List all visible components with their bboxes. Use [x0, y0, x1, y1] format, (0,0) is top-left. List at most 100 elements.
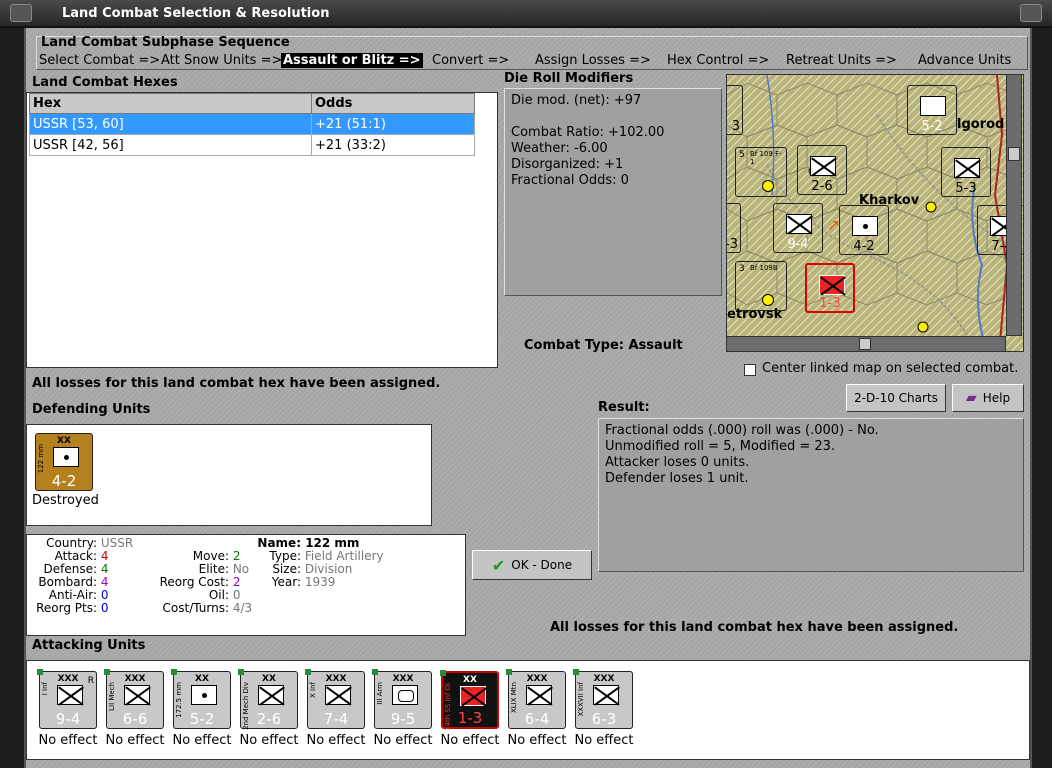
artillery-icon	[53, 447, 79, 467]
attacking-unit[interactable]: XXX III Arm 9-5 No effect	[370, 669, 436, 759]
map-counter[interactable]: 5-2	[907, 85, 957, 135]
linked-map[interactable]: Kharkov lgorod etrovsk 5 Bf 109 F-1 2-6 …	[726, 74, 1024, 352]
map-counter-strength: 5-2	[921, 119, 943, 134]
attacking-unit[interactable]: XXX XLIX Mtn 6-4 No effect	[504, 669, 570, 759]
result-box: Fractional odds (.000) roll was (.000) -…	[598, 418, 1024, 572]
map-counter[interactable]: 1-3	[805, 263, 855, 313]
subphase-sequence-title: Land Combat Subphase Sequence	[41, 35, 290, 50]
land-combat-hexes-title: Land Combat Hexes	[32, 75, 178, 90]
help-button[interactable]: ▰ Help	[952, 384, 1024, 412]
infantry-icon	[593, 685, 619, 705]
unit-name: X Inf	[309, 682, 317, 698]
stat-move-value: 2	[232, 549, 241, 563]
unit-name: III Arm	[376, 682, 384, 705]
hex-cell[interactable]: USSR [42, 56]	[29, 134, 312, 156]
attacking-unit[interactable]: XX 14th SS Inf Di 1-3 No effect	[437, 669, 503, 759]
odds-cell[interactable]: +21 (51:1)	[311, 113, 475, 135]
stat-year-label: Year:	[271, 575, 301, 589]
map-vscroll-thumb[interactable]	[1008, 147, 1020, 161]
seq-step-hex-control: Hex Control =>	[667, 53, 770, 68]
attacking-unit-counter[interactable]: XXX XXXVII Inf 6-3	[573, 669, 633, 729]
unit-strength: 7-4	[323, 710, 349, 728]
stat-year-value: 1939	[304, 575, 336, 589]
defending-unit-result: Destroyed	[32, 493, 99, 508]
result-line: Unmodified roll = 5, Modified = 23.	[605, 439, 836, 454]
system-menu-button[interactable]	[10, 4, 32, 22]
attacking-unit[interactable]: XXX XXXVII Inf 6-3 No effect	[571, 669, 637, 759]
seq-step-convert: Convert =>	[432, 53, 510, 68]
attacking-unit-counter[interactable]: XX 2nd Mech Div 2-6	[238, 669, 298, 730]
attacking-unit[interactable]: XX 2nd Mech Div 2-6 No effect	[236, 669, 302, 759]
map-hscroll-thumb[interactable]	[859, 338, 871, 350]
attacking-unit-counter[interactable]: XXX X Inf 7-4	[305, 669, 365, 729]
attacking-unit[interactable]: XXX X Inf 7-4 No effect	[303, 669, 369, 759]
map-counter[interactable]: 3	[727, 85, 743, 135]
defending-unit-counter[interactable]: XX 122 mm 4-2	[35, 433, 93, 491]
stat-oil-value: 0	[232, 588, 241, 602]
attacking-unit[interactable]: XXX LII Mech 6-6 No effect	[102, 669, 168, 759]
result-line: Attacker loses 0 units.	[605, 455, 750, 470]
modifier-line: Weather: -6.00	[511, 141, 608, 156]
armor-icon	[392, 685, 418, 705]
odds-column-header[interactable]: Odds	[311, 93, 475, 114]
attacking-unit-counter[interactable]: XXX LII Mech 6-6	[104, 669, 164, 729]
unit-strength: 6-4	[524, 710, 550, 728]
title-bar: Land Combat Selection & Resolution	[0, 0, 1052, 28]
result-line: Defender loses 1 unit.	[605, 471, 749, 486]
modifier-line: Die mod. (net): +97	[511, 93, 642, 108]
attacking-unit-counter[interactable]: XXX III Arm 9-5	[372, 669, 432, 729]
seq-step-assault-blitz: Assault or Blitz =>	[281, 53, 423, 68]
ok-done-button-label: OK - Done	[511, 558, 573, 572]
combat-type-label: Combat Type:	[524, 338, 624, 353]
map-counter[interactable]: -3	[727, 203, 741, 253]
infantry-icon	[57, 685, 83, 705]
seq-step-advance: Advance Units	[918, 53, 1012, 68]
map-counter-strength: 3	[731, 119, 740, 134]
infantry-icon	[325, 685, 351, 705]
center-map-checkbox[interactable]	[744, 364, 756, 376]
map-horizontal-scrollbar[interactable]	[726, 336, 1006, 352]
map-counter[interactable]: 5-3	[941, 147, 991, 197]
map-counter-strength: 1-3	[819, 296, 841, 311]
unit-stats-col1: Country: USSR Attack: 4 Defense: 4 Bomba…	[31, 537, 133, 615]
ok-done-button[interactable]: ✔ OK - Done	[472, 550, 592, 580]
map-counter[interactable]: 2-6	[797, 145, 847, 195]
stat-cost-turns-label: Cost/Turns:	[162, 601, 229, 615]
attacking-unit[interactable]: XX 172.5 mm 5-2 No effect	[169, 669, 235, 759]
attacking-unit-counter[interactable]: XX 172.5 mm 5-2	[171, 669, 231, 729]
map-counter[interactable]: 9-4	[773, 203, 823, 253]
map-vertical-scrollbar[interactable]	[1006, 74, 1022, 336]
hex-cell[interactable]: USSR [53, 60]	[29, 113, 312, 135]
map-counter[interactable]: 4-2	[839, 205, 889, 255]
help-button-label: Help	[982, 391, 1011, 405]
infantry-icon	[258, 685, 284, 705]
attacking-unit-counter[interactable]: XXX I Inf 9-4 R	[37, 669, 97, 729]
map-counter[interactable]: 5 Bf 109 F-1	[735, 147, 787, 197]
artillery-icon	[191, 685, 217, 705]
map-counter-value: 3	[739, 264, 745, 274]
hex-column-header[interactable]: Hex	[29, 93, 312, 114]
losses-assigned-message: All losses for this land combat hex have…	[32, 376, 441, 391]
odds-cell[interactable]: +21 (33:2)	[311, 134, 475, 156]
map-counter-name: Bf 109B	[750, 264, 778, 272]
unit-name: I Inf	[41, 682, 49, 696]
charts-button[interactable]: 2-D-10 Charts	[846, 384, 946, 412]
window-frame-right	[1030, 28, 1052, 768]
attacking-unit-counter[interactable]: XX 14th SS Inf Di 1-3	[440, 670, 499, 731]
combat-arrow-icon: ➚	[827, 215, 841, 234]
table-row[interactable]: USSR [42, 56] +21 (33:2)	[29, 134, 475, 156]
attacking-unit[interactable]: XXX I Inf 9-4 R No effect	[35, 669, 101, 759]
table-row[interactable]: USSR [53, 60] +21 (51:1)	[29, 113, 475, 135]
attacking-unit-result: No effect	[373, 733, 433, 748]
attacking-unit-counter[interactable]: XXX XLIX Mtn 6-4	[506, 669, 566, 729]
book-icon: ▰	[965, 390, 977, 406]
modifier-line	[511, 109, 715, 125]
map-counter[interactable]: 3 Bf 109B	[735, 261, 787, 311]
main-area: Land Combat Subphase Sequence Select Com…	[26, 28, 1030, 768]
die-roll-modifiers-box: Die mod. (net): +97 Combat Ratio: +102.0…	[504, 88, 722, 296]
close-window-button[interactable]	[1020, 4, 1042, 22]
attacking-unit-result: No effect	[440, 733, 500, 748]
infantry-icon	[460, 686, 486, 706]
land-combat-hexes-list: Hex Odds USSR [53, 60] +21 (51:1) USSR […	[26, 92, 498, 368]
mountain-icon	[920, 96, 946, 116]
